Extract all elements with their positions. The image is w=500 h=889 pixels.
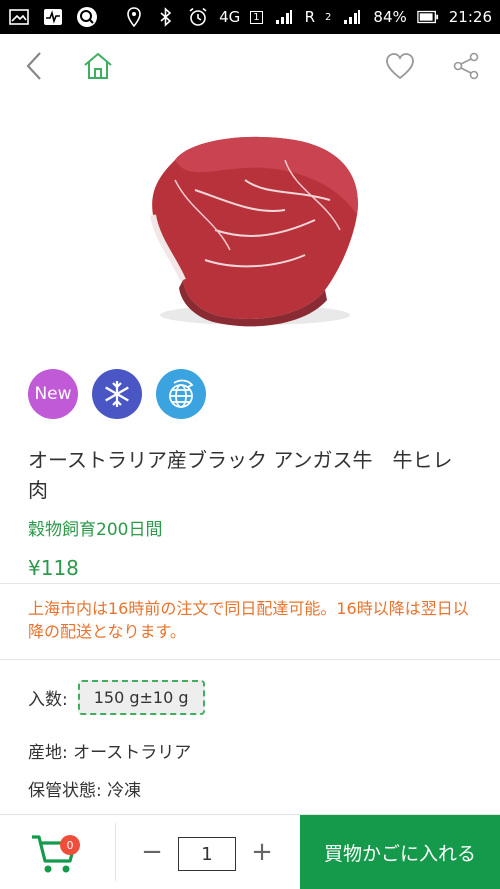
decrease-quantity-button[interactable]: −	[140, 837, 164, 867]
divider	[0, 583, 500, 584]
globe-icon	[169, 379, 194, 408]
bluetooth-icon	[155, 7, 177, 27]
import-badge	[156, 369, 206, 419]
quantity-label: 入数:	[28, 690, 68, 710]
activity-icon	[42, 8, 64, 26]
heart-icon	[386, 53, 414, 80]
battery-percent: 84%	[373, 8, 407, 26]
product-badges: New	[28, 369, 206, 419]
product-image	[135, 120, 365, 335]
signal-icon	[273, 8, 295, 26]
product-subtitle: 穀物飼育200日間	[28, 520, 163, 540]
add-to-cart-button[interactable]: 買物かごに入れる	[300, 815, 500, 889]
quantity-option-row: 入数: 150 g±10 g	[28, 680, 205, 715]
product-storage: 保管状態: 冷凍	[28, 781, 142, 801]
sim-indicator: 1	[250, 10, 263, 24]
delivery-notice: 上海市内は16時前の注文で同日配達可能。16時以降は翌日以降の配送となります。	[28, 599, 469, 641]
quantity-option-chip[interactable]: 150 g±10 g	[77, 680, 205, 715]
gallery-icon	[8, 8, 30, 26]
roaming-indicator: R	[304, 8, 316, 26]
favorite-button[interactable]	[380, 46, 420, 86]
alarm-icon	[187, 7, 209, 26]
navigation-bar	[0, 34, 500, 96]
signal-icon-2	[341, 8, 363, 26]
bottom-action-bar: 0 − 1 + 買物かごに入れる	[0, 814, 500, 889]
product-origin: 産地: オーストラリア	[28, 743, 192, 763]
search-app-icon	[76, 7, 98, 27]
back-button[interactable]	[14, 46, 54, 86]
home-button[interactable]	[78, 46, 118, 86]
share-button[interactable]	[446, 46, 486, 86]
signal-slot: 2	[325, 11, 332, 23]
product-title: オーストラリア産ブラック アンガス牛 牛ヒレ肉	[28, 448, 453, 502]
status-bar: 4G 1 R 2 84% 21:26	[0, 0, 500, 34]
frozen-badge	[92, 369, 142, 419]
new-badge-label: New	[34, 384, 72, 404]
new-badge: New	[28, 369, 78, 419]
divider	[115, 823, 116, 881]
home-icon	[84, 52, 112, 79]
cart-button[interactable]: 0	[30, 829, 82, 877]
cart-count-badge: 0	[60, 835, 80, 855]
chevron-left-icon	[26, 52, 41, 80]
increase-quantity-button[interactable]: +	[250, 837, 274, 867]
network-type: 4G	[219, 8, 241, 26]
share-icon	[453, 52, 479, 80]
location-icon	[123, 7, 145, 27]
product-price: ¥118	[28, 556, 79, 580]
snowflake-icon	[105, 381, 129, 407]
quantity-input[interactable]: 1	[178, 837, 236, 871]
divider	[0, 659, 500, 660]
clock: 21:26	[448, 8, 492, 26]
battery-icon	[417, 8, 439, 26]
